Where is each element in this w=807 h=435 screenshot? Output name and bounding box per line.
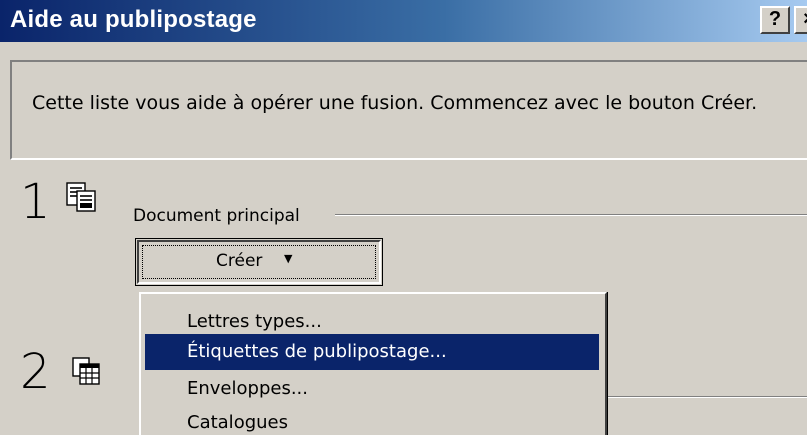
help-button[interactable]: ?: [760, 6, 790, 34]
create-button[interactable]: Créer ▼: [135, 238, 383, 286]
data-source-icon: [72, 357, 100, 385]
create-button-label: Créer: [216, 251, 263, 271]
info-text: Cette liste vous aide à opérer une fusio…: [32, 92, 758, 114]
menu-item-mailing-labels[interactable]: Étiquettes de publipostage...: [145, 334, 599, 370]
menu-item-envelopes[interactable]: Enveloppes...: [145, 371, 599, 407]
info-panel: Cette liste vous aide à opérer une fusio…: [10, 60, 807, 160]
mail-merge-helper-dialog: Aide au publipostage ? × Cette liste vou…: [0, 0, 807, 435]
main-document-label: Document principal: [133, 206, 300, 226]
window-title: Aide au publipostage: [10, 6, 257, 33]
menu-item-catalogs[interactable]: Catalogues: [145, 405, 599, 435]
step-2-number: 2: [20, 344, 51, 400]
group-divider-2: [604, 396, 807, 398]
step-1-number: 1: [20, 174, 51, 230]
main-document-icon: [66, 182, 96, 212]
dropdown-arrow-icon: ▼: [284, 252, 293, 265]
create-dropdown-menu: Lettres types... Étiquettes de publipost…: [139, 292, 607, 435]
close-button[interactable]: ×: [794, 6, 807, 34]
title-bar[interactable]: Aide au publipostage ? ×: [0, 0, 807, 42]
group-divider: [335, 214, 807, 216]
